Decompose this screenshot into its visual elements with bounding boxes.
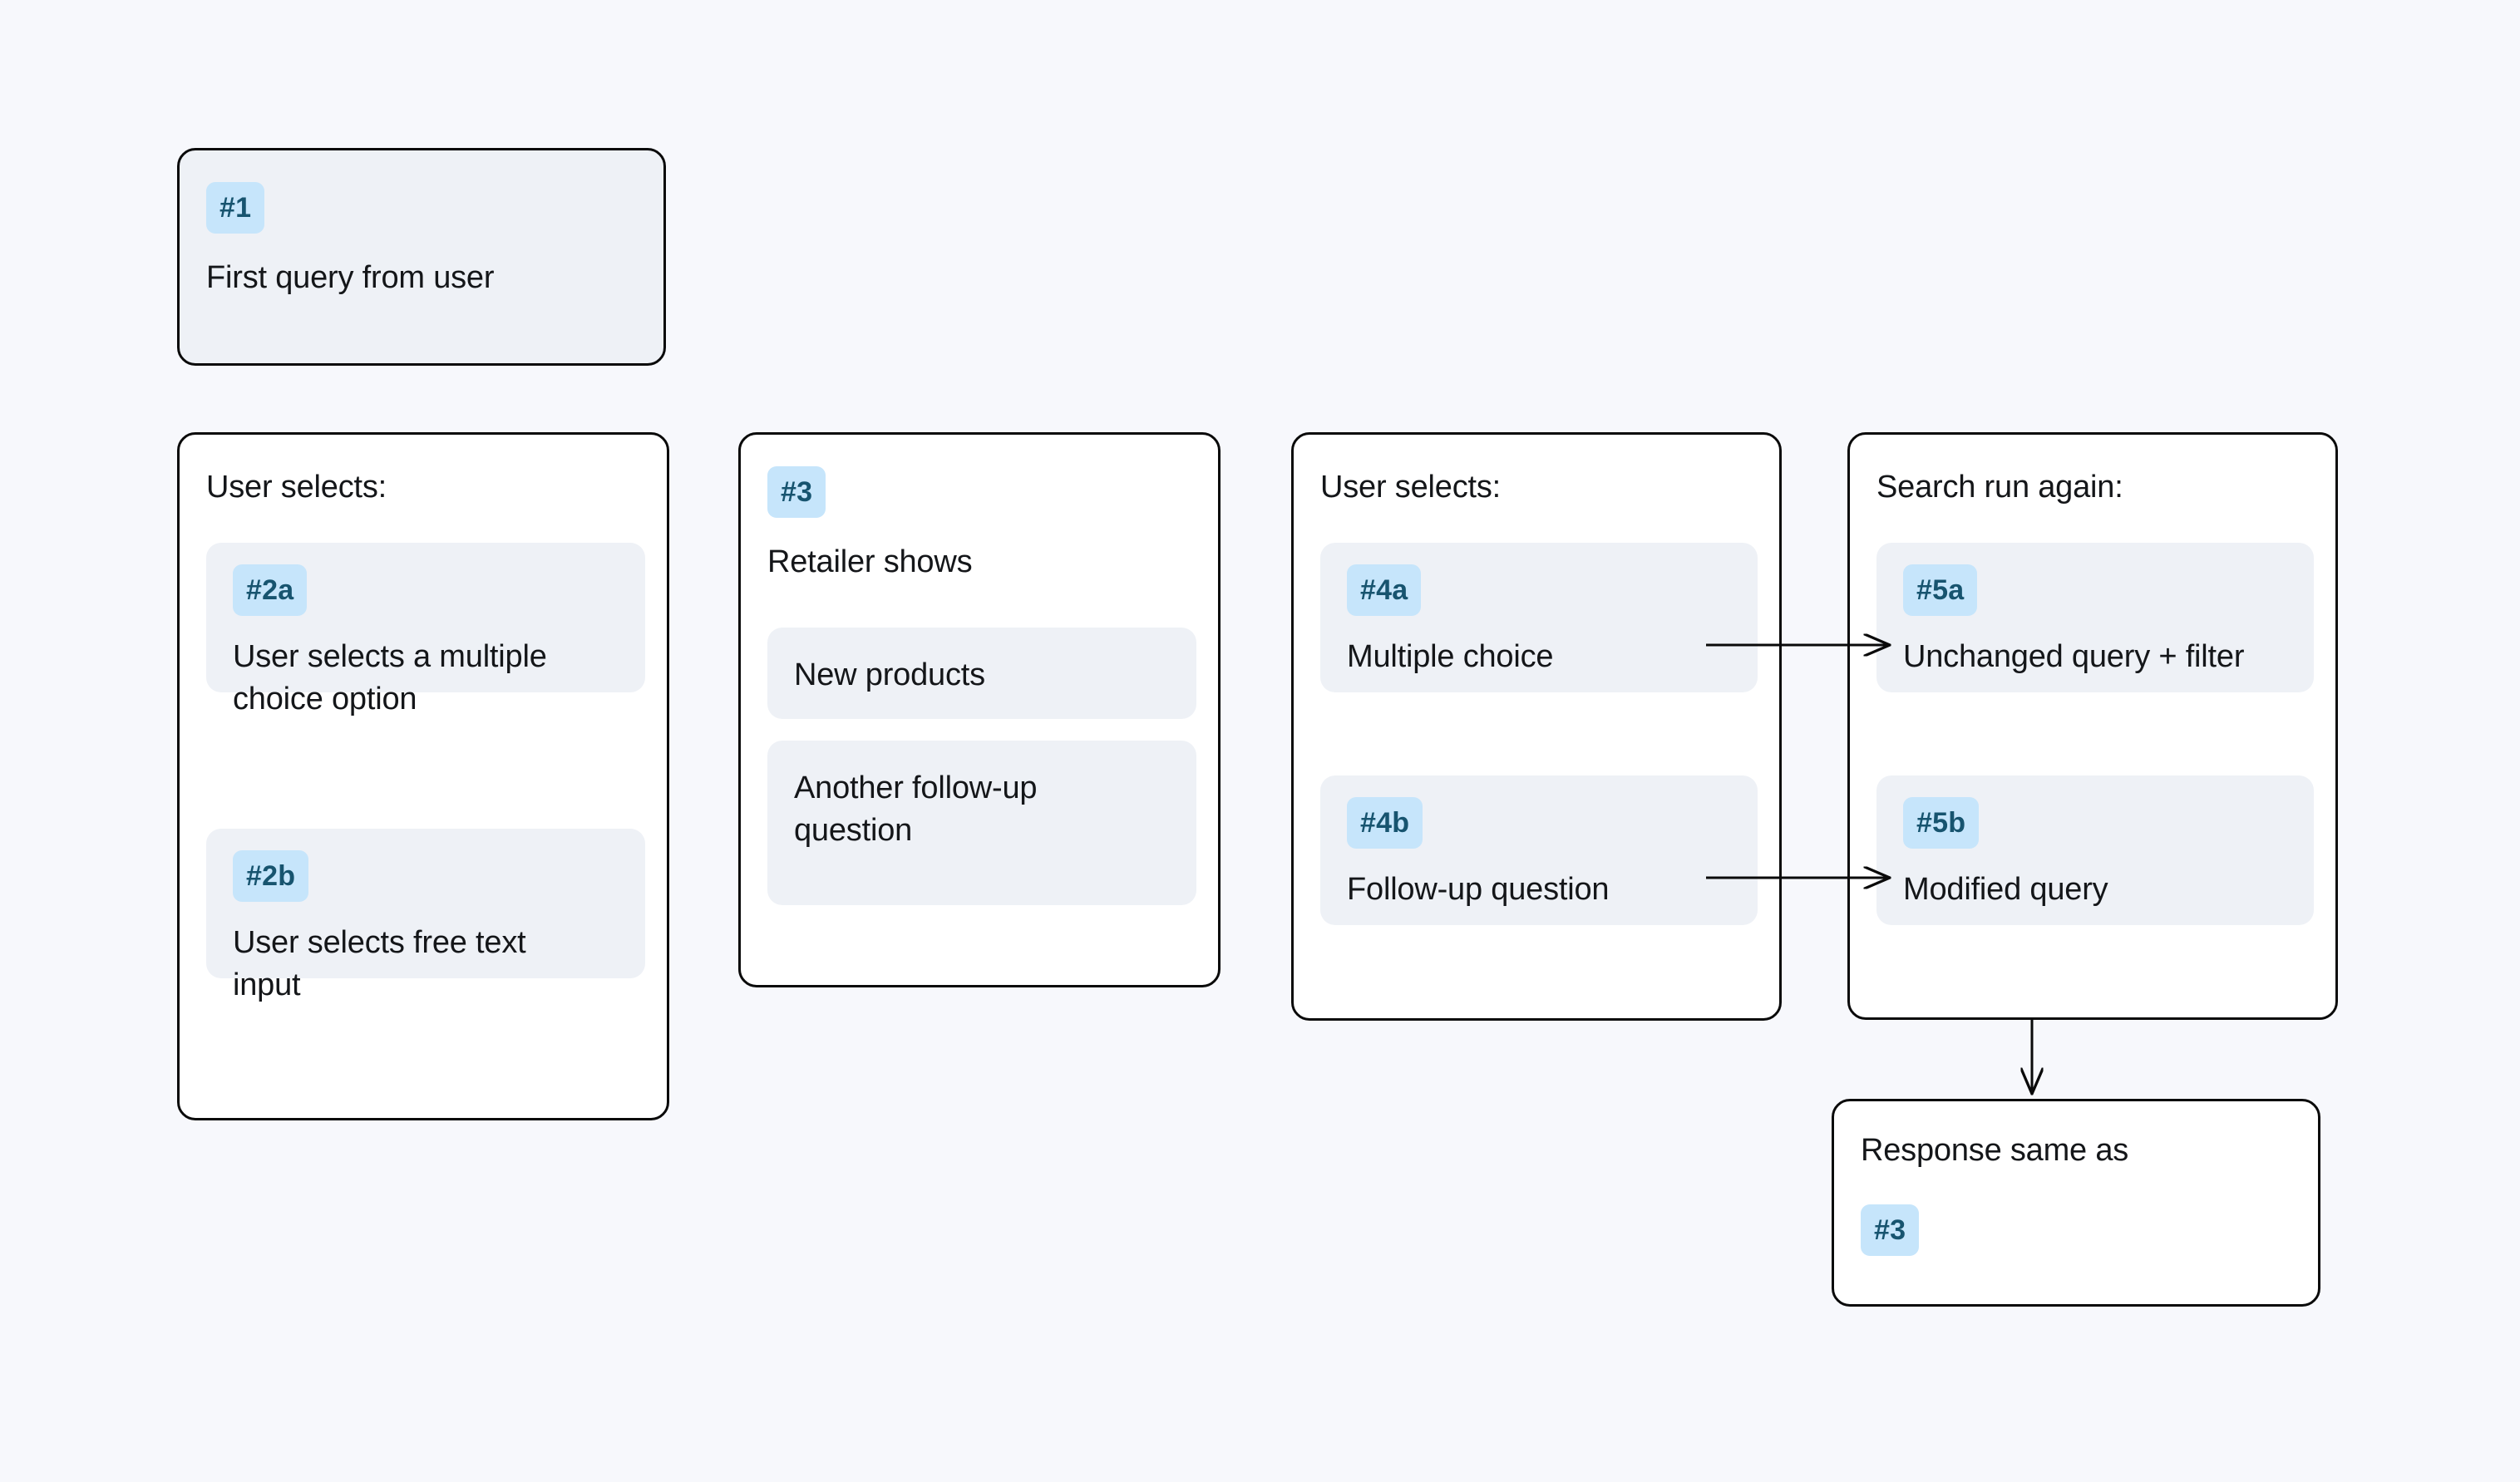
- badge-step-5b: #5b: [1903, 797, 1980, 849]
- card-step-2[interactable]: User selects: #2a User selects a multipl…: [177, 432, 669, 1120]
- card-step-5-heading: Search run again:: [1876, 470, 2123, 505]
- card-step-1[interactable]: #1 First query from user: [177, 148, 666, 366]
- card-step-2-heading: User selects:: [206, 470, 387, 505]
- subcard-step-4b-text: Follow-up question: [1347, 872, 1610, 907]
- card-step-5[interactable]: Search run again: #5a Unchanged query + …: [1847, 432, 2338, 1020]
- badge-step-2a: #2a: [233, 564, 308, 616]
- badge-step-3: #3: [767, 466, 826, 518]
- badge-step-4a: #4a: [1347, 564, 1422, 616]
- subcard-step-5a-text: Unchanged query + filter: [1903, 639, 2245, 674]
- subcard-step-2a[interactable]: #2a User selects a multiple choice optio…: [206, 543, 645, 716]
- card-step-3[interactable]: #3 Retailer shows New products Another f…: [738, 432, 1221, 987]
- subcard-step-3-followup-text: Another follow-up question: [794, 771, 1038, 848]
- badge-step-2b: #2b: [233, 850, 309, 902]
- subcard-step-4a-text: Multiple choice: [1347, 639, 1554, 674]
- subcard-step-3-followup[interactable]: Another follow-up question: [767, 741, 1196, 905]
- subcard-step-4a[interactable]: #4a Multiple choice: [1320, 543, 1758, 692]
- badge-response-step-3: #3: [1861, 1204, 1920, 1256]
- card-step-1-text: First query from user: [206, 260, 495, 295]
- card-response-heading: Response same as: [1861, 1133, 2129, 1168]
- card-step-4-heading: User selects:: [1320, 470, 1502, 505]
- card-step-4[interactable]: User selects: #4a Multiple choice #4b Fo…: [1291, 432, 1782, 1021]
- diagram-canvas: #1 First query from user User selects: #…: [0, 0, 2520, 1482]
- badge-step-4b: #4b: [1347, 797, 1423, 849]
- subcard-step-4b[interactable]: #4b Follow-up question: [1320, 775, 1758, 925]
- subcard-step-2a-text: User selects a multiple choice option: [233, 639, 547, 716]
- subcard-step-2b[interactable]: #2b User selects free text input: [206, 829, 645, 1002]
- subcard-step-5b-text: Modified query: [1903, 872, 2108, 907]
- subcard-step-2b-text: User selects free text input: [233, 925, 526, 1002]
- subcard-step-5a[interactable]: #5a Unchanged query + filter: [1876, 543, 2314, 692]
- subcard-step-5b[interactable]: #5b Modified query: [1876, 775, 2314, 925]
- badge-step-1: #1: [206, 182, 265, 234]
- subcard-step-3-new-products-text: New products: [794, 657, 985, 692]
- badge-step-5a: #5a: [1903, 564, 1978, 616]
- subcard-step-3-new-products[interactable]: New products: [767, 628, 1196, 719]
- card-response-same-as[interactable]: Response same as #3: [1832, 1099, 2320, 1307]
- card-step-3-heading: Retailer shows: [767, 544, 973, 579]
